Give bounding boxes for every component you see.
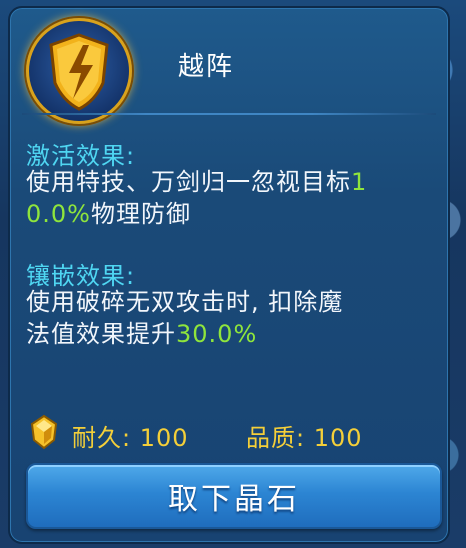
item-title: 越阵 xyxy=(178,52,235,82)
durability-stat: 耐久: 100 xyxy=(72,424,189,452)
activation-line1-highlight: 1 xyxy=(351,168,368,196)
inlay-effect-text: 使用破碎无双攻击时, 扣除魔 法值效果提升30.0% xyxy=(26,286,426,350)
remove-crystal-label: 取下晶石 xyxy=(168,482,300,517)
activation-line1-text: 使用特技、万剑归一忽视目标 xyxy=(26,168,351,196)
shield-lightning-icon xyxy=(26,18,132,124)
activation-effect-text: 使用特技、万剑归一忽视目标1 0.0%物理防御 xyxy=(26,166,426,230)
stats-row: 耐久: 100 品质: 100 xyxy=(28,412,428,452)
inlay-line2-highlight: 30.0% xyxy=(176,320,258,348)
quality-stat: 品质: 100 xyxy=(246,424,363,452)
inlay-line1-text: 使用破碎无双攻击时, 扣除魔 xyxy=(26,288,344,316)
header-divider xyxy=(22,113,436,115)
inlay-line2-text: 法值效果提升 xyxy=(26,320,176,348)
activation-line2-highlight: 0.0% xyxy=(26,200,91,228)
remove-crystal-button[interactable]: 取下晶石 xyxy=(26,463,442,529)
crystal-gem-icon xyxy=(30,414,58,450)
activation-line2-text: 物理防御 xyxy=(90,200,191,228)
